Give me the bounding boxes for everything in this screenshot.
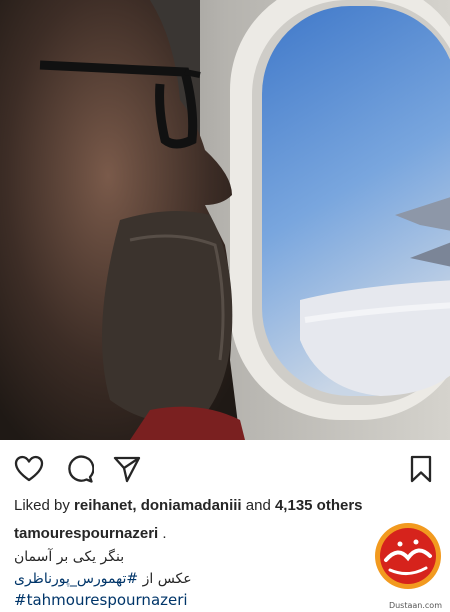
- post-photo[interactable]: [0, 0, 450, 440]
- caption-username-link[interactable]: tamourespournazeri: [14, 525, 158, 542]
- watermark-site-text: Dustaan.com: [388, 601, 442, 610]
- caption-line-2-text: عکس از: [138, 571, 192, 587]
- likes-middle: and: [241, 497, 275, 514]
- likes-summary: Liked by reihanet, doniamadaniii and 4,1…: [14, 497, 363, 514]
- save-button[interactable]: [406, 454, 436, 484]
- caption-line-3: #tahmourespournazeri: [14, 591, 394, 611]
- bookmark-icon: [410, 455, 432, 483]
- liked-by-users-link[interactable]: reihanet, doniamadaniii: [74, 497, 242, 514]
- caption-suffix: .: [158, 525, 167, 542]
- likes-count-link[interactable]: 4,135 others: [275, 497, 363, 514]
- post-caption: tamourespournazeri . بنگر یکی بر آسمان ع…: [14, 525, 394, 611]
- hashtag-persian-link[interactable]: #تهمورس_پورناظری: [14, 571, 138, 587]
- paper-plane-icon: [113, 456, 141, 483]
- caption-line-1: بنگر یکی بر آسمان: [14, 549, 125, 565]
- airplane-window-photo: [0, 0, 450, 440]
- comment-button[interactable]: [64, 454, 94, 484]
- comment-icon: [68, 455, 94, 483]
- share-button[interactable]: [112, 454, 142, 484]
- post-action-bar: [0, 440, 450, 496]
- likes-prefix: Liked by: [14, 497, 75, 514]
- dustaan-logo-icon: [375, 523, 441, 589]
- hashtag-latin-link[interactable]: #tahmourespournazeri: [14, 591, 188, 609]
- heart-icon: [14, 455, 44, 482]
- watermark-logo: Dustaan.com: [364, 516, 450, 612]
- like-button[interactable]: [14, 454, 44, 484]
- caption-line-2: عکس از #تهمورس_پورناظری: [14, 570, 394, 589]
